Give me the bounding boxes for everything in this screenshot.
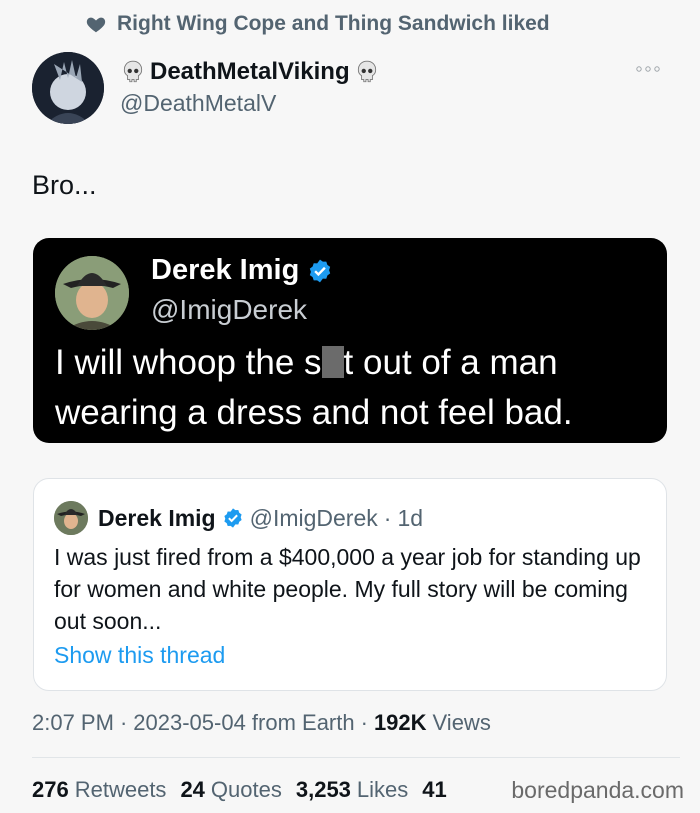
quotes-stat[interactable]: 24 Quotes <box>180 777 281 803</box>
tweet-text: Bro... <box>32 170 97 200</box>
embedded-avatar <box>55 256 129 330</box>
engagement-stats: 276 Retweets 24 Quotes 3,253 Likes 41 <box>32 777 453 803</box>
tweet-meta: 2:07 PM · 2023-05-04 from Earth · 192K V… <box>32 710 491 736</box>
quoted-avatar <box>54 501 88 535</box>
social-context[interactable]: Right Wing Cope and Thing Sandwich liked <box>85 12 550 36</box>
author-avatar[interactable] <box>32 52 104 124</box>
views-count: 192K <box>373 710 427 735</box>
skull-icon <box>357 60 376 83</box>
embedded-handle: @ImigDerek <box>151 294 308 325</box>
quoted-handle: @ImigDerek <box>249 504 378 531</box>
show-thread-link[interactable]: Show this thread <box>54 642 225 669</box>
separator-dot: · <box>119 710 128 735</box>
quoted-time: 1d <box>397 504 424 531</box>
quoted-text: I was just fired from a $400,000 a year … <box>54 544 641 634</box>
views-label: Views <box>432 710 491 735</box>
skull-icon <box>123 60 143 83</box>
quoted-name: Derek Imig <box>98 504 216 531</box>
embedded-tweet-image[interactable]: Derek Imig @ImigDerek I will whoop the s… <box>33 238 667 443</box>
censor-block <box>321 346 344 378</box>
verified-badge-icon <box>310 259 331 282</box>
verified-badge-icon <box>223 508 242 528</box>
author-name[interactable]: DeathMetalViking <box>150 58 350 86</box>
embedded-name: Derek Imig <box>151 254 300 286</box>
author-handle[interactable]: @DeathMetalV <box>120 90 380 117</box>
separator-dot: · <box>383 504 392 531</box>
divider <box>32 757 680 758</box>
avatar-image <box>32 52 104 124</box>
tweet-time[interactable]: 2:07 PM <box>32 710 114 736</box>
more-options-icon[interactable] <box>634 62 662 76</box>
tweet-date[interactable]: 2023-05-04 from Earth <box>133 710 354 736</box>
heart-icon <box>86 17 106 33</box>
bookmarks-stat[interactable]: 41 <box>422 777 452 803</box>
quoted-tweet[interactable]: Derek Imig @ImigDerek · 1d I was just fi… <box>33 478 667 691</box>
retweets-stat[interactable]: 276 Retweets <box>32 777 166 803</box>
separator-dot: · <box>360 710 368 735</box>
likes-stat[interactable]: 3,253 Likes <box>296 777 408 803</box>
watermark: boredpanda.com <box>511 777 684 803</box>
social-context-text: Right Wing Cope and Thing Sandwich liked <box>117 12 550 35</box>
embedded-text: I will whoop the st out of a man wearing… <box>55 343 573 432</box>
